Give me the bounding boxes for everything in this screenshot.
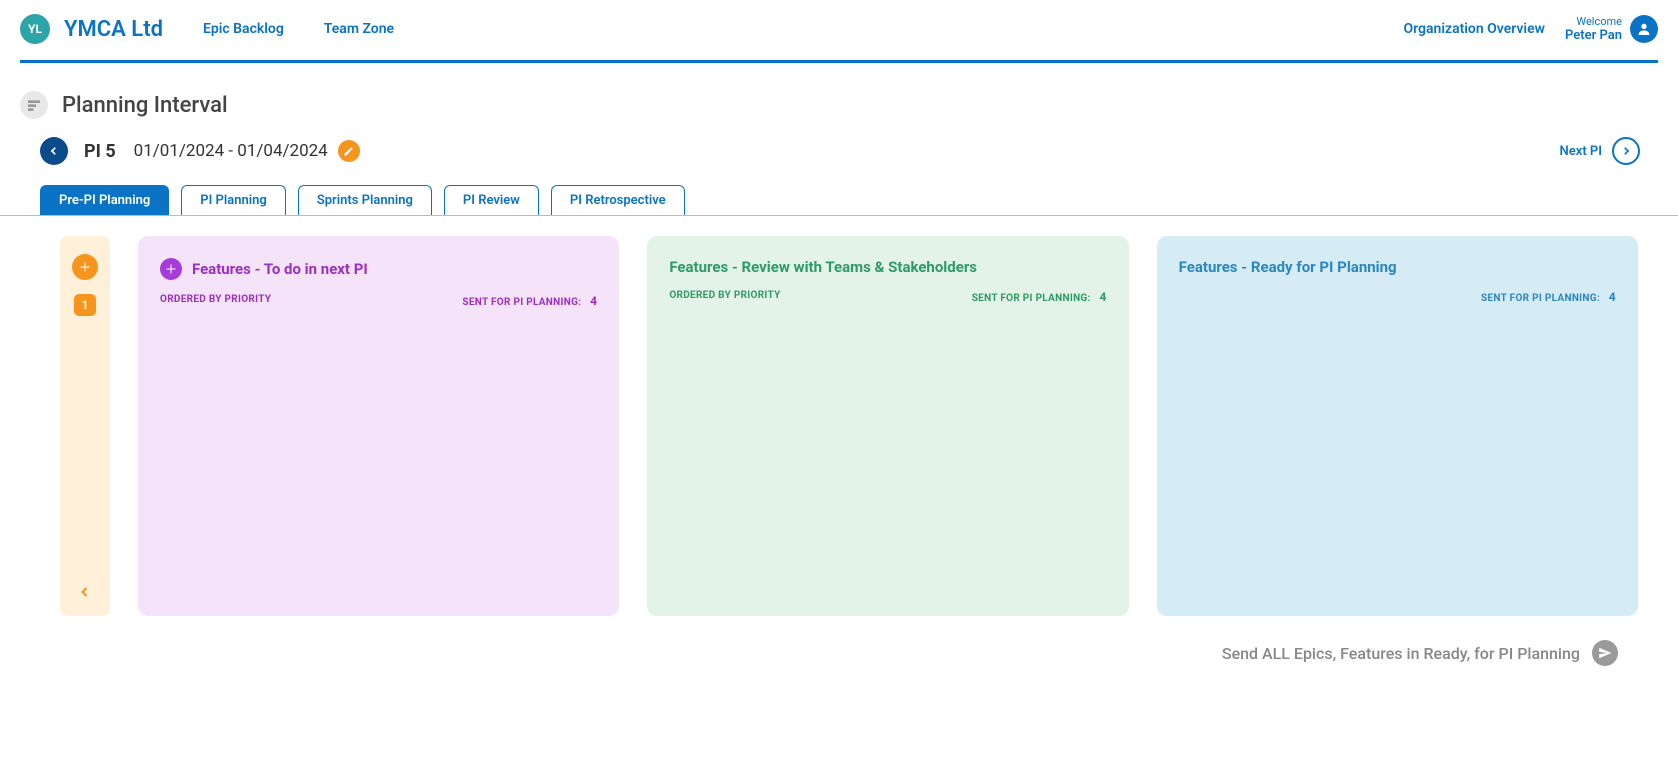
column-ready-sub: SENT FOR PI PLANNING: 4 <box>1179 290 1616 304</box>
epics-count-badge: 1 <box>74 294 96 316</box>
column-ready: Features - Ready for PI Planning SENT FO… <box>1157 236 1638 616</box>
column-review-sub: ORDERED BY PRIORITY SENT FOR PI PLANNING… <box>669 290 1106 304</box>
sent-count: 4 <box>1609 290 1616 304</box>
column-todo-sub: ORDERED BY PRIORITY SENT FOR PI PLANNING… <box>160 294 597 308</box>
app-header: YL YMCA Ltd Epic Backlog Team Zone Organ… <box>0 0 1678 54</box>
sent-label: SENT FOR PI PLANNING: <box>462 297 581 308</box>
pi-label: PI 5 <box>84 141 116 162</box>
nav-epic-backlog[interactable]: Epic Backlog <box>203 21 284 37</box>
tabs-row: Pre-PI Planning PI Planning Sprints Plan… <box>0 185 1678 216</box>
tab-pi-planning[interactable]: PI Planning <box>181 185 286 215</box>
sent-for-planning: SENT FOR PI PLANNING: 4 <box>1481 290 1616 304</box>
prev-pi-button[interactable] <box>40 137 68 165</box>
sent-count: 4 <box>1099 290 1106 304</box>
organization-overview-link[interactable]: Organization Overview <box>1403 21 1544 37</box>
header-right: Organization Overview Welcome Peter Pan <box>1403 15 1658 44</box>
planning-interval-icon <box>20 91 48 119</box>
column-ready-header: Features - Ready for PI Planning <box>1179 258 1616 276</box>
sent-count: 4 <box>590 294 597 308</box>
nav-links: Epic Backlog Team Zone <box>203 21 394 37</box>
column-todo-header: Features - To do in next PI <box>160 258 597 280</box>
footer-row: Send ALL Epics, Features in Ready, for P… <box>0 626 1678 686</box>
next-pi-label: Next PI <box>1560 144 1602 159</box>
column-ready-title: Features - Ready for PI Planning <box>1179 258 1397 276</box>
page-title-row: Planning Interval <box>0 63 1678 129</box>
pi-selector-row: PI 5 01/01/2024 - 01/04/2024 Next PI <box>0 129 1678 185</box>
ordered-by-label: ORDERED BY PRIORITY <box>160 294 271 308</box>
tab-sprints-planning[interactable]: Sprints Planning <box>298 185 432 215</box>
next-pi-button[interactable]: Next PI <box>1560 137 1658 165</box>
user-block[interactable]: Welcome Peter Pan <box>1565 15 1658 44</box>
org-logo: YL <box>20 14 50 44</box>
board: 1 Features - To do in next PI ORDERED BY… <box>0 216 1678 626</box>
sent-for-planning: SENT FOR PI PLANNING: 4 <box>462 294 597 308</box>
epics-sidebar: 1 <box>60 236 110 616</box>
chevron-right-icon <box>1612 137 1640 165</box>
ordered-by-label: ORDERED BY PRIORITY <box>669 290 780 304</box>
org-name[interactable]: YMCA Ltd <box>64 17 163 42</box>
sidebar-collapse-button[interactable] <box>79 583 91 602</box>
edit-pi-button[interactable] <box>338 140 360 162</box>
tab-pi-review[interactable]: PI Review <box>444 185 539 215</box>
sent-label: SENT FOR PI PLANNING: <box>972 293 1091 304</box>
send-all-label: Send ALL Epics, Features in Ready, for P… <box>1222 644 1580 663</box>
column-review-header: Features - Review with Teams & Stakehold… <box>669 258 1106 276</box>
user-text: Welcome Peter Pan <box>1565 15 1622 44</box>
pi-date-range: 01/01/2024 - 01/04/2024 <box>134 141 328 161</box>
column-review: Features - Review with Teams & Stakehold… <box>647 236 1128 616</box>
add-feature-button[interactable] <box>160 258 182 280</box>
column-todo: Features - To do in next PI ORDERED BY P… <box>138 236 619 616</box>
page-title: Planning Interval <box>62 93 228 118</box>
add-epic-button[interactable] <box>72 254 98 280</box>
send-all-button[interactable] <box>1592 640 1618 666</box>
tab-pi-retrospective[interactable]: PI Retrospective <box>551 185 685 215</box>
user-name: Peter Pan <box>1565 28 1622 44</box>
column-review-title: Features - Review with Teams & Stakehold… <box>669 258 977 276</box>
user-welcome-label: Welcome <box>1565 15 1622 28</box>
tab-pre-pi-planning[interactable]: Pre-PI Planning <box>40 185 169 215</box>
sent-for-planning: SENT FOR PI PLANNING: 4 <box>972 290 1107 304</box>
nav-team-zone[interactable]: Team Zone <box>324 21 394 37</box>
column-todo-title: Features - To do in next PI <box>192 260 368 278</box>
user-avatar-icon[interactable] <box>1630 15 1658 43</box>
sent-label: SENT FOR PI PLANNING: <box>1481 293 1600 304</box>
